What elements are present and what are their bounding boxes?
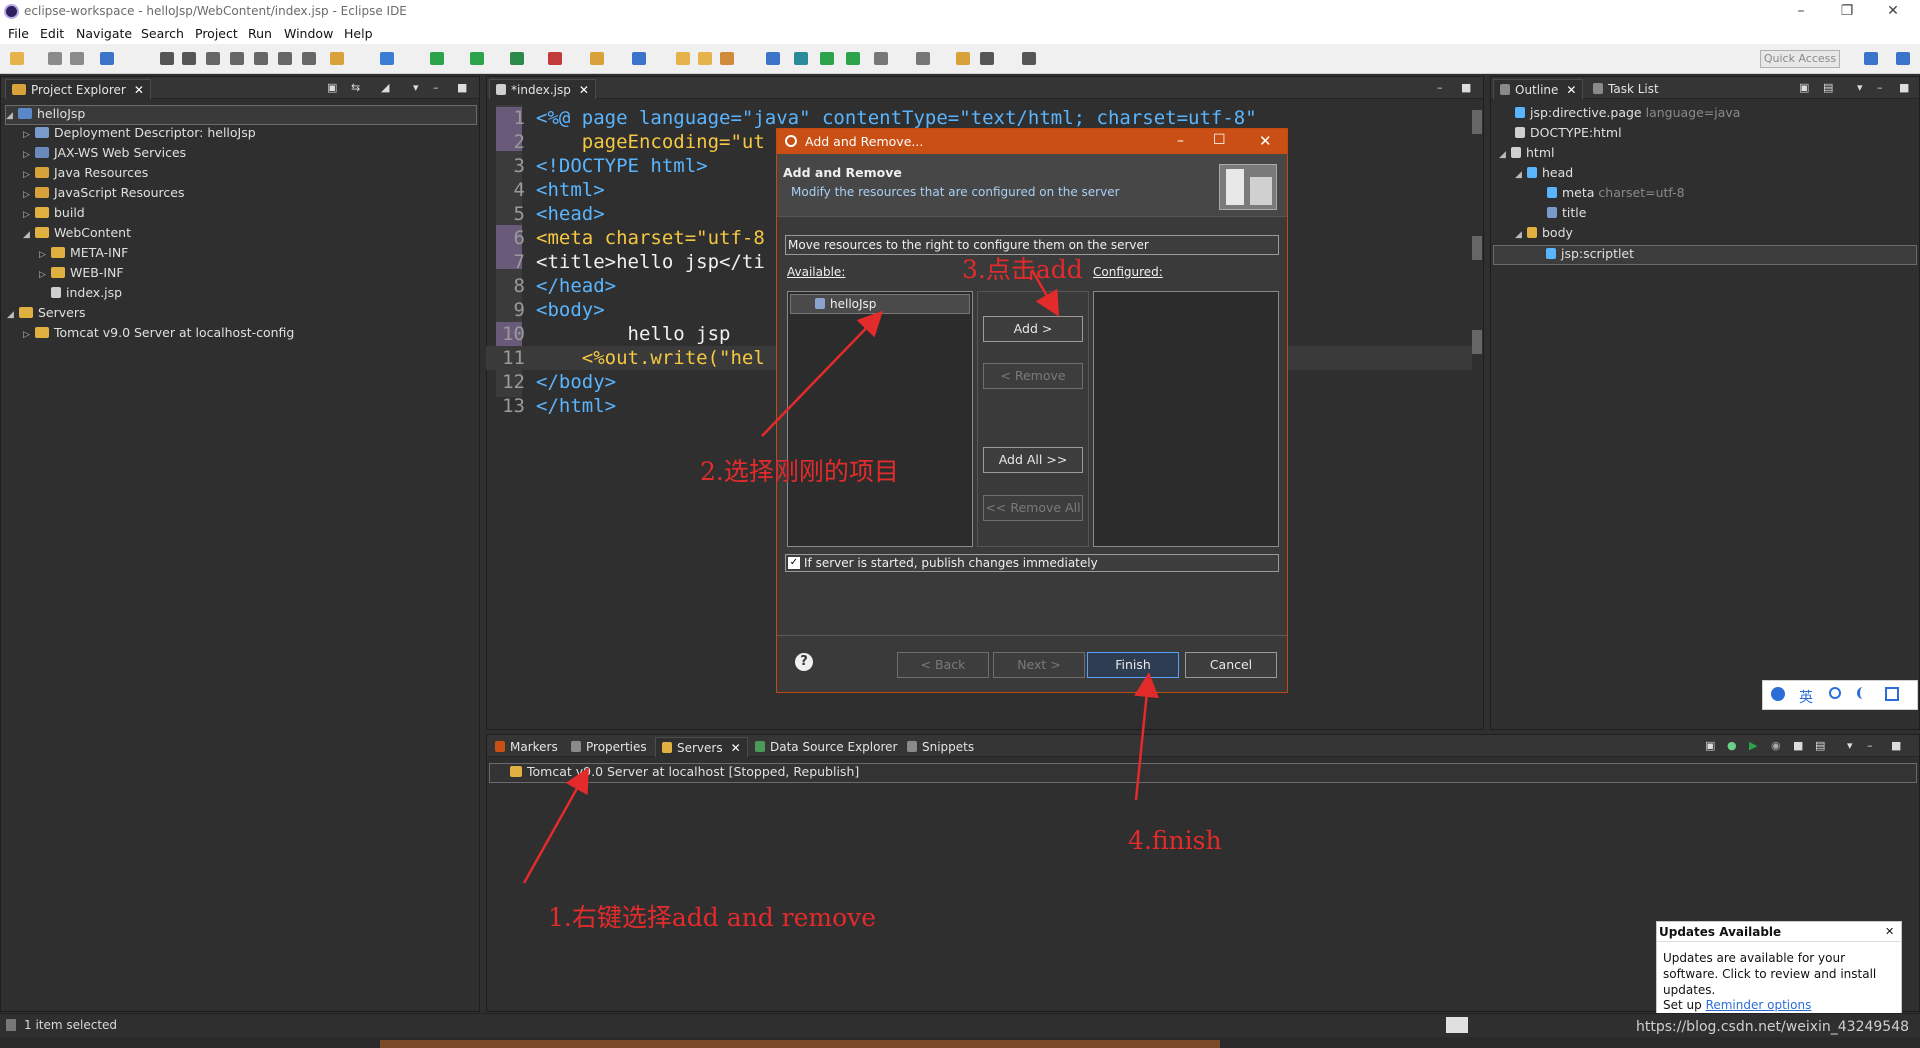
- selection-icon: [6, 1019, 16, 1031]
- close-icon[interactable]: ✕: [1885, 925, 1894, 938]
- annotation-step4: 4.finish: [1128, 826, 1222, 855]
- watermark: https://blog.csdn.net/weixin_43249548: [1636, 1019, 1910, 1035]
- setup-prefix: Set up: [1663, 998, 1706, 1012]
- annotation-step2: 2.选择刚刚的项目: [700, 457, 899, 486]
- updates-title: Updates Available: [1657, 922, 1901, 942]
- updates-body: Updates are available for your software.…: [1663, 951, 1877, 997]
- annotation-step3: 3.点击add: [962, 255, 1083, 284]
- updates-popup[interactable]: Updates Available ✕ Updates are availabl…: [1656, 921, 1902, 1019]
- updates-setup: Set up Reminder options: [1663, 998, 1811, 1012]
- taskbar-highlight: [380, 1040, 1220, 1048]
- updates-indicator-icon[interactable]: [1446, 1017, 1468, 1033]
- annotation-step1: 1.右键选择add and remove: [548, 903, 877, 932]
- status-text: 1 item selected: [24, 1018, 118, 1032]
- status-bar: 1 item selected https://blog.csdn.net/we…: [0, 1013, 1920, 1037]
- arrow-step1: [522, 767, 589, 884]
- taskbar: [0, 1037, 1920, 1048]
- arrow-step4: [1134, 672, 1159, 801]
- reminder-options-link[interactable]: Reminder options: [1706, 998, 1812, 1012]
- arrow-step2: [761, 310, 883, 437]
- annotation-arrows: [522, 269, 1159, 884]
